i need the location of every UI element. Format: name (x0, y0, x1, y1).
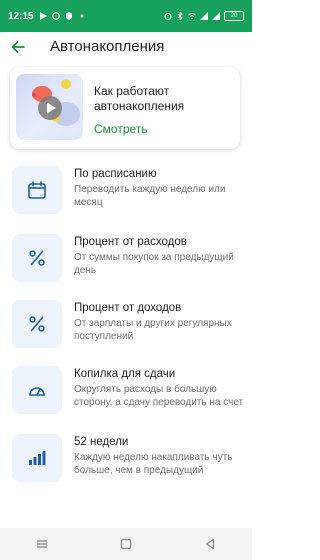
percent-icon (29, 250, 45, 266)
play-button-icon[interactable] (38, 96, 62, 120)
wifi-icon (188, 13, 196, 20)
bluetooth-icon (177, 12, 183, 20)
item-subtitle: Переводить каждую неделю или месяц (74, 184, 226, 208)
status-bar: 12:15 20 (0, 0, 252, 32)
recents-button[interactable] (32, 534, 52, 554)
item-title: Копилка для сдачи (74, 368, 176, 380)
promo-line-2: автонакопления (94, 99, 185, 113)
item-title: Процент от расходов (74, 236, 187, 248)
promo-card[interactable]: Как работают автонакопления Смотреть (10, 67, 240, 149)
icon-tile (12, 434, 62, 482)
status-left: 12:15 (8, 11, 86, 22)
home-button[interactable] (116, 534, 136, 554)
status-right: 20 (164, 11, 244, 21)
item-title: По расписанию (74, 168, 157, 180)
alarm-icon (164, 13, 172, 20)
triangle-back-icon (205, 538, 215, 550)
icon-tile (12, 234, 62, 282)
calendar-icon (28, 181, 46, 199)
item-subtitle: Каждую неделю накапливать чуть больше, ч… (74, 452, 233, 476)
icon-tile (12, 366, 62, 414)
watch-link[interactable]: Смотреть (94, 122, 148, 136)
play-icon (39, 12, 47, 20)
gauge-icon (29, 387, 45, 396)
icon-tile (12, 300, 62, 348)
battery-icon: 20 (224, 11, 244, 21)
item-title: Процент от доходов (74, 302, 182, 314)
notification-icons (39, 12, 86, 20)
signal-icon (200, 12, 208, 20)
menu-lines-icon (37, 540, 47, 548)
list-item-income-percent[interactable]: Процент от доходов От зарплаты и других … (0, 300, 252, 360)
promo-line-1: Как работают (94, 84, 170, 98)
list-item-change-jar[interactable]: Копилка для сдачи Округлять расходы в бо… (0, 366, 252, 426)
system-nav-bar (0, 528, 252, 560)
item-title: 52 недели (74, 436, 129, 448)
video-thumbnail[interactable] (16, 74, 83, 140)
item-subtitle: От суммы покупок за предыдущий день (74, 252, 234, 276)
shield-icon (65, 12, 72, 20)
bar-chart-icon (29, 451, 46, 465)
list-item-expense-percent[interactable]: Процент от расходов От суммы покупок за … (0, 234, 252, 294)
item-subtitle: От зарплаты и других регулярных поступле… (74, 318, 232, 342)
whatsapp-icon (51, 12, 60, 20)
status-time: 12:15 (8, 10, 34, 22)
list-item-52-weeks[interactable]: 52 недели Каждую неделю накапливать чуть… (0, 434, 252, 494)
percent-icon (29, 316, 45, 332)
signal-icon-2 (212, 12, 220, 20)
list-item-schedule[interactable]: По расписанию Переводить каждую неделю и… (0, 166, 252, 226)
back-arrow-icon[interactable] (10, 39, 26, 55)
page-title: Автонакопления (50, 38, 165, 55)
square-icon (120, 538, 132, 550)
app-bar: Автонакопления (0, 32, 252, 60)
back-button[interactable] (200, 534, 220, 554)
dot-icon (80, 14, 84, 18)
item-subtitle: Округлять расходы в большую сторону, а с… (74, 384, 244, 408)
icon-tile (12, 166, 62, 214)
